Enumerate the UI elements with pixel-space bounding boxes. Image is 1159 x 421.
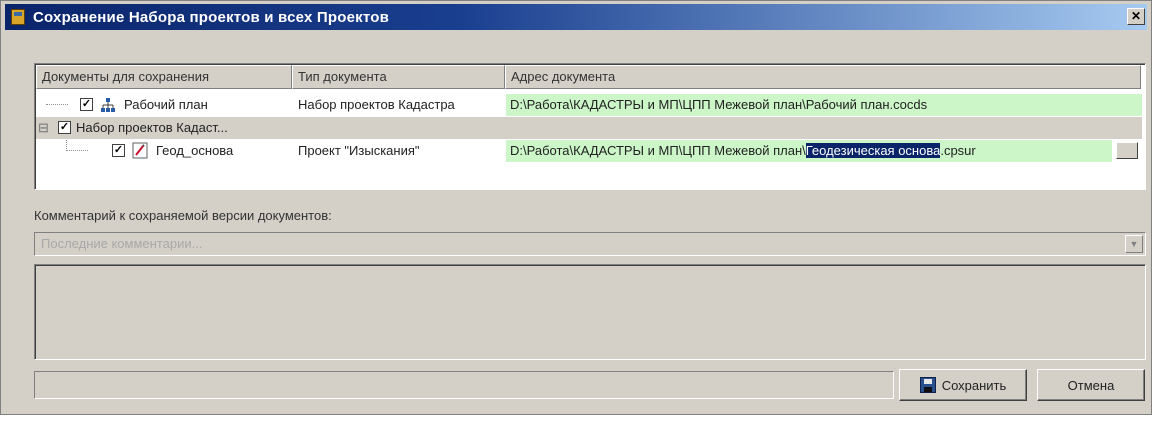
chevron-down-icon: ▼ (1129, 239, 1139, 249)
app-icon (11, 9, 25, 25)
row-checkbox[interactable]: ✓ (58, 121, 71, 134)
close-icon: ✕ (1130, 9, 1142, 23)
comment-history-combo[interactable]: Последние комментарии... ▼ (34, 232, 1146, 256)
row-checkbox[interactable]: ✓ (80, 98, 93, 111)
dialog-title: Сохранение Набора проектов и всех Проект… (33, 8, 389, 26)
address-prefix: D:\Работа\КАДАСТРЫ и МП\ЦПП Межевой план… (510, 143, 806, 158)
cancel-button[interactable]: Отмена (1037, 369, 1145, 401)
save-button-label: Сохранить (941, 377, 1007, 393)
title-bar[interactable]: Сохранение Набора проектов и всех Проект… (5, 4, 1147, 30)
browse-button[interactable] (1116, 142, 1138, 159)
column-header-type[interactable]: Тип документа (292, 65, 505, 89)
document-type: Проект "Изыскания" (298, 143, 420, 158)
comment-label: Комментарий к сохраняемой версии докумен… (34, 208, 332, 223)
row-checkbox[interactable]: ✓ (112, 144, 125, 157)
table-row[interactable]: ⊟ ✓ Набор проектов Кадаст... (36, 117, 1142, 139)
comment-textarea[interactable] (34, 264, 1146, 360)
close-button[interactable]: ✕ (1127, 8, 1145, 25)
survey-project-icon (132, 142, 148, 159)
document-type (298, 117, 504, 139)
address-selected-text[interactable]: Геодезическая основа (805, 143, 941, 158)
document-name: Рабочий план (124, 97, 208, 112)
save-button[interactable]: Сохранить (899, 369, 1027, 401)
cancel-button-label: Отмена (1067, 377, 1115, 393)
document-name: Набор проектов Кадаст... (76, 120, 228, 135)
column-header-documents[interactable]: Документы для сохранения (36, 65, 292, 89)
column-header-address[interactable]: Адрес документа (505, 65, 1141, 89)
table-row[interactable]: ✓ Рабочий план Набор проектов Кадастра D… (36, 94, 1142, 116)
collapse-toggle-icon[interactable]: ⊟ (38, 117, 52, 139)
document-address (506, 117, 1142, 139)
comment-combo-placeholder: Последние комментарии... (41, 236, 203, 251)
status-bar (34, 371, 894, 399)
documents-grid[interactable]: Документы для сохранения Тип документа А… (34, 63, 1146, 190)
tree-line (66, 150, 88, 152)
save-dialog: Сохранение Набора проектов и всех Проект… (0, 0, 1152, 415)
dropdown-button[interactable]: ▼ (1125, 235, 1143, 253)
floppy-disk-icon (919, 377, 936, 393)
document-name: Геод_основа (156, 143, 234, 158)
document-type: Набор проектов Кадастра (298, 97, 455, 112)
document-address[interactable]: D:\Работа\КАДАСТРЫ и МП\ЦПП Межевой план… (506, 94, 1142, 116)
table-row[interactable]: ✓ Геод_основа Проект "Изыскания" D:\Рабо… (36, 140, 1142, 162)
document-address[interactable]: D:\Работа\КАДАСТРЫ и МП\ЦПП Межевой план… (506, 140, 1112, 162)
address-suffix: .cpsur (940, 143, 976, 158)
network-tree-icon (101, 98, 115, 112)
tree-line (46, 104, 68, 106)
